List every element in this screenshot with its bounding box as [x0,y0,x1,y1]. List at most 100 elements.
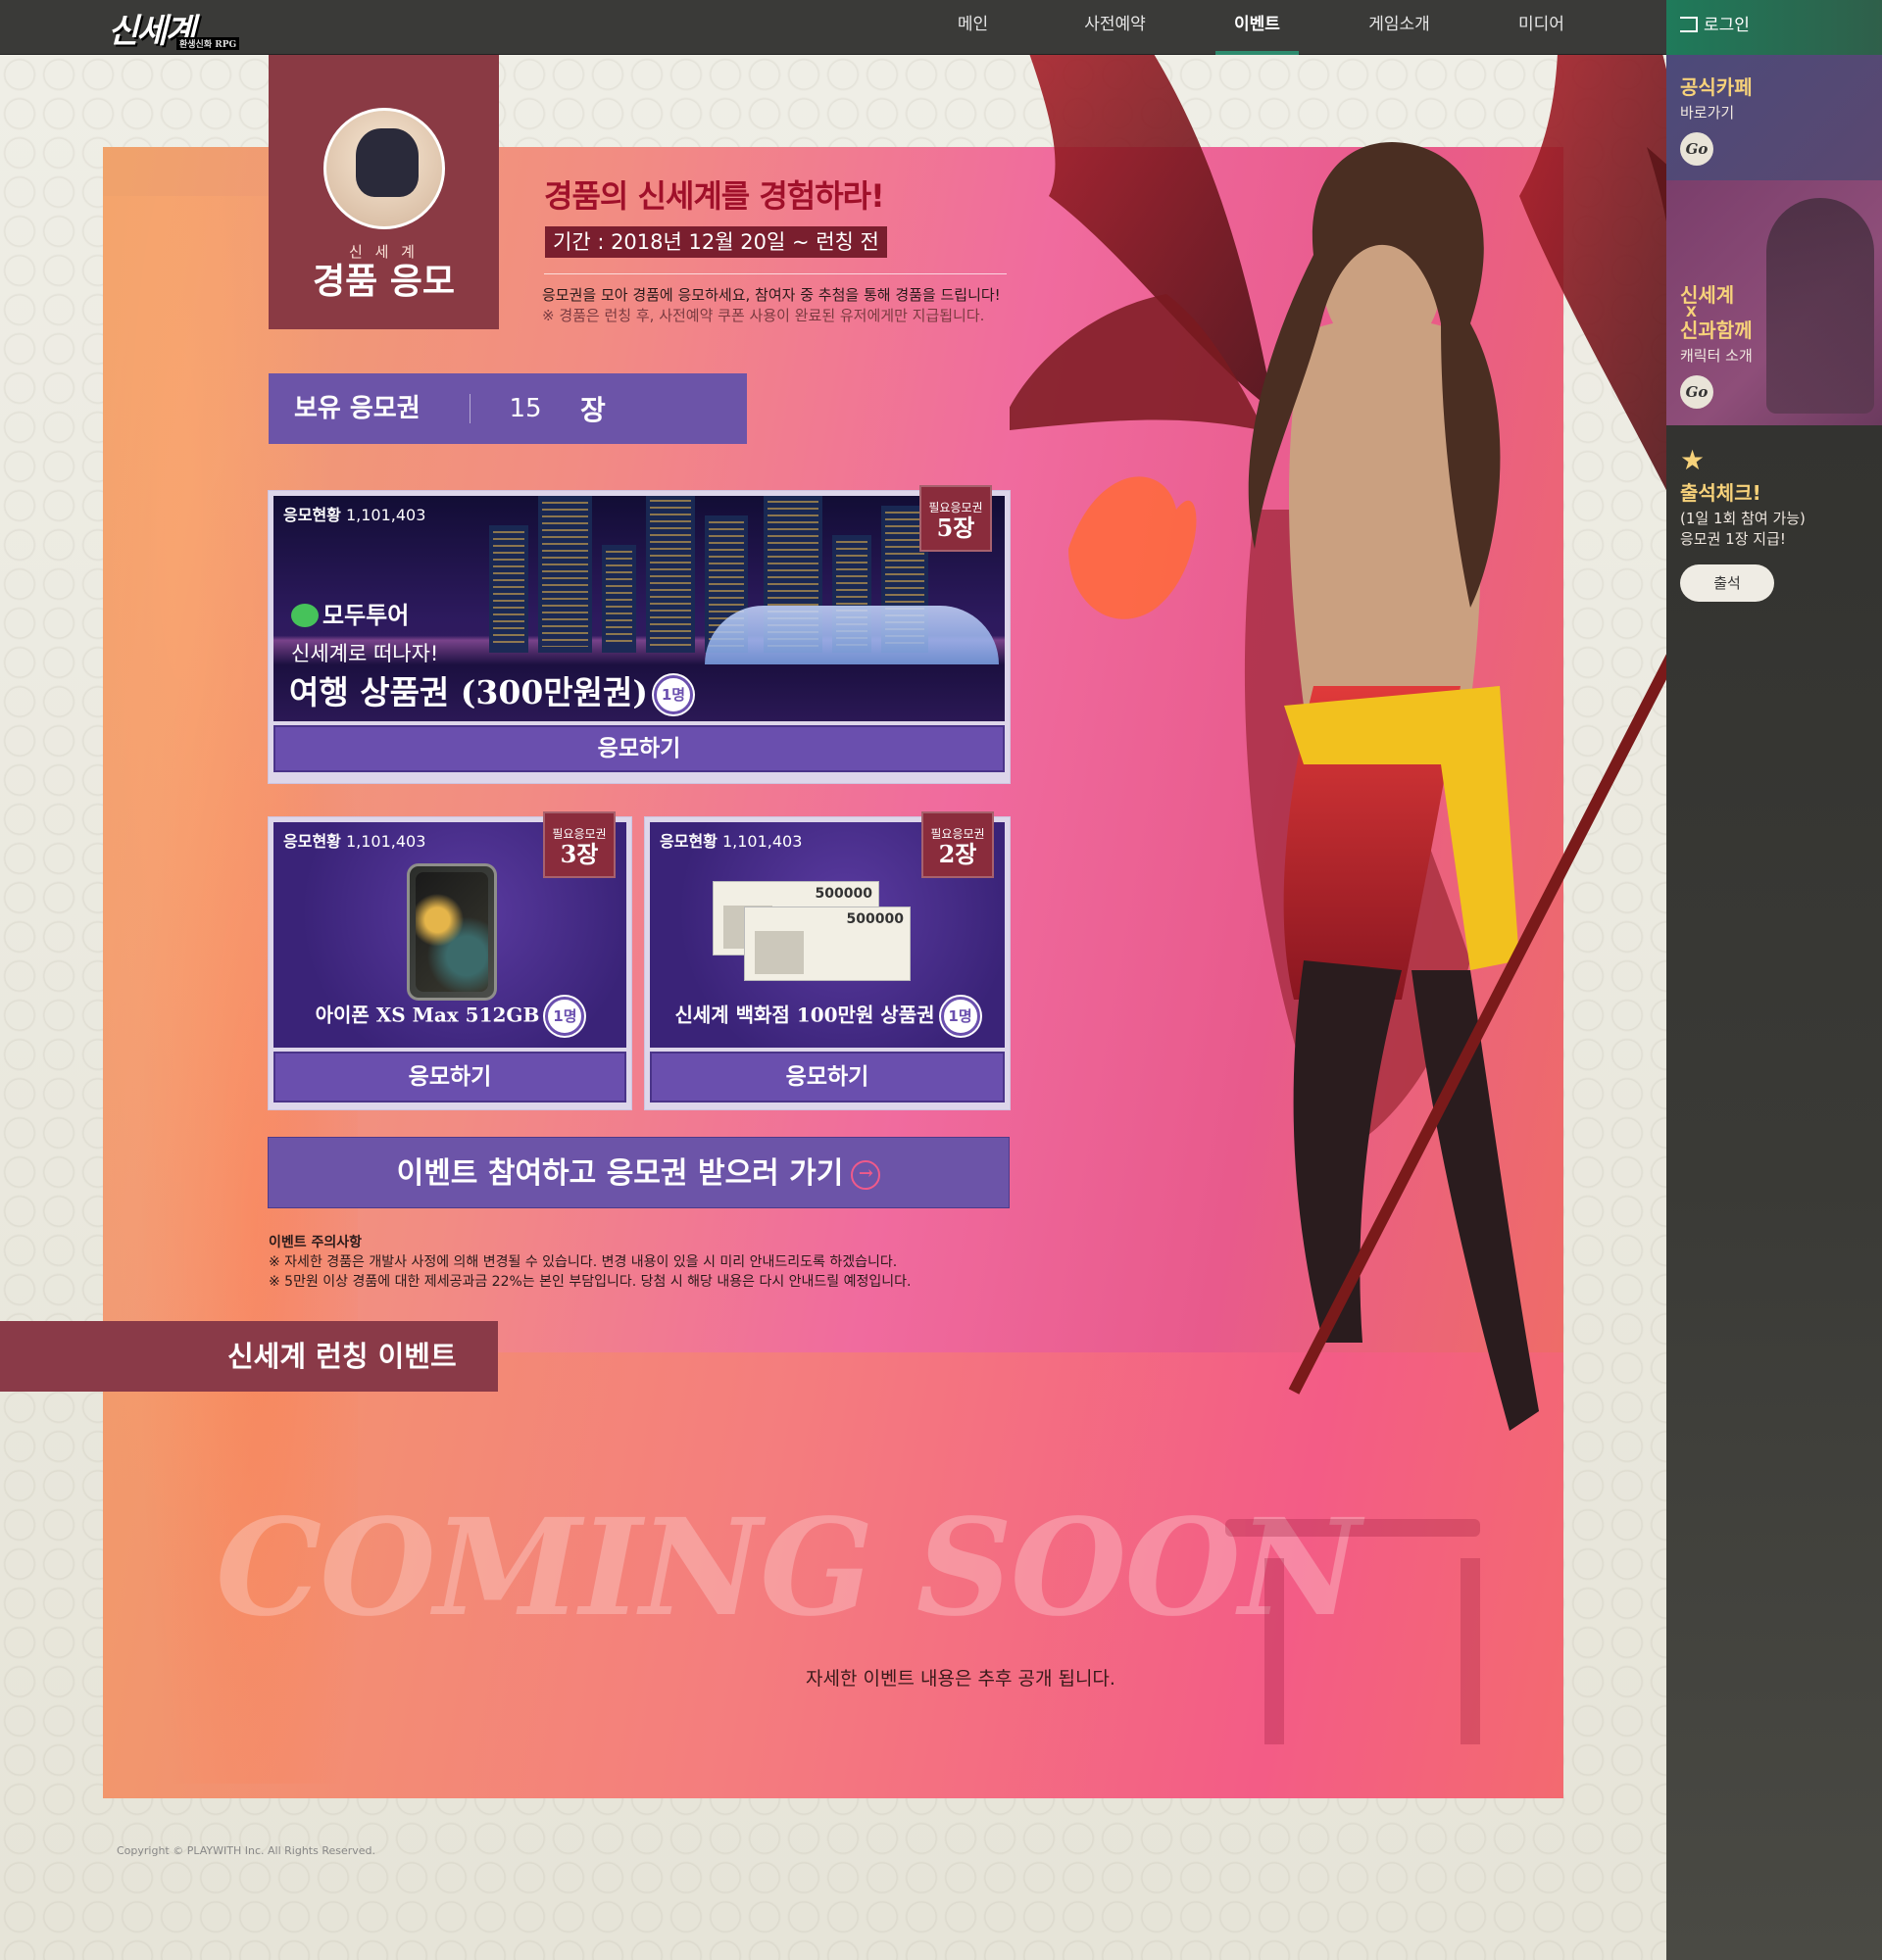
attendance-banner: ★ 출석체크! (1일 1회 참여 가능) 응모권 1장 지급! 출석 [1666,425,1882,612]
status-value: 1,101,403 [345,832,426,851]
brand-logo-icon [291,604,319,627]
required-count: 5장 [936,514,975,542]
collab-subtitle: 캐릭터 소개 [1680,347,1753,365]
cafe-title: 공식카페 [1680,75,1753,99]
status-label: 응모현황 [660,832,718,851]
divider [544,273,1007,274]
notice-line: ※ 5만원 이상 경품에 대한 제세공과금 22%는 본인 부담입니다. 당첨 … [269,1274,912,1290]
star-icon: ★ [1680,444,1706,476]
badge-small-title: 신 세 계 [349,243,419,261]
required-tickets-badge: 필요응모권 3장 [543,811,616,878]
coming-soon-text: COMING SOON [216,1490,1361,1646]
owned-tickets-box: 보유 응모권 15 장 [269,373,747,444]
voucher-amount: 500000 [846,911,904,927]
tickets-count: 15 [509,394,542,423]
tickets-label: 보유 응모권 [269,394,470,423]
collab-go-button[interactable]: Go [1680,375,1713,409]
prize-status: 응모현황 1,101,403 [283,502,425,525]
phone-image [407,863,497,1001]
prize-card-travel: 응모현황 1,101,403 모두투어 신세계로 떠나자! 여행 상품권 (30… [268,485,1011,784]
prize-status: 응모현황 1,101,403 [283,828,425,852]
event-period: 기간 : 2018년 12월 20일 ~ 런칭 전 [545,226,887,258]
status-value: 1,101,403 [345,506,426,524]
main-menu: 메인 사전예약 이벤트 게임소개 미디어 [902,0,1612,55]
collab-title-1: 신세계 [1680,283,1735,307]
prize-name-text: 여행 상품권 (300만원권) [289,673,648,711]
nav-item-event[interactable]: 이벤트 [1186,0,1328,55]
apply-button[interactable]: 응모하기 [650,1052,1005,1102]
event-intro: 응모권을 모아 경품에 응모하세요, 참여자 중 추첨을 통해 경품을 드립니다… [542,285,1001,326]
login-button[interactable]: 로그인 [1666,0,1882,55]
attendance-reward: 응모권 1장 지급! [1680,530,1786,548]
apply-button[interactable]: 응모하기 [273,725,1005,772]
attendance-button[interactable]: 출석 [1680,564,1774,602]
building [602,545,636,653]
launch-event-tab: 신세계 런칭 이벤트 [0,1321,498,1392]
logo-subtitle: 환생신화 RPG [176,37,240,50]
gift-voucher: 500000 [744,906,911,981]
collab-character-banner[interactable]: 신세계 X 신과함께 캐릭터 소개 Go [1666,180,1882,425]
building [538,496,592,653]
nav-item-preregister[interactable]: 사전예약 [1044,0,1186,55]
voucher-building [755,931,804,974]
event-notice: 이벤트 주의사항 ※ 자세한 경품은 개발사 사정에 의해 변경될 수 있습니다… [269,1233,912,1292]
prize-name-text: 아이폰 XS Max 512GB [315,1003,540,1027]
intro-text: 응모권을 모아 경품에 응모하세요, 참여자 중 추첨을 통해 경품을 드립니다… [542,286,1001,304]
arrow-right-icon: → [851,1160,881,1190]
tickets-unit: 장 [580,394,606,426]
voucher-amount: 500000 [815,886,872,902]
launch-event-message: 자세한 이벤트 내용은 추후 공개 됩니다. [806,1668,1115,1690]
required-tickets-badge: 필요응모권 2장 [921,811,994,878]
cafe-subtitle: 바로가기 [1680,104,1735,122]
game-logo[interactable]: 신세계 환생신화 RPG [108,4,245,51]
apply-button[interactable]: 응모하기 [273,1052,626,1102]
prize-card-phone: 응모현황 1,101,403 아이폰 XS Max 512GB 1명 필요응모권 … [268,811,632,1110]
travel-subtitle: 신세계로 떠나자! [291,642,439,665]
prize-name-text: 신세계 백화점 100만원 상품권 [674,1003,935,1027]
side-panel: 로그인 공식카페 바로가기 Go 신세계 X 신과함께 캐릭터 소개 Go ★ … [1666,0,1882,1960]
required-tickets-badge: 필요응모권 5장 [919,485,992,552]
go-to-event-button[interactable]: 이벤트 참여하고 응모권 받으러 가기 → [268,1137,1010,1208]
mascot-portrait [322,108,445,229]
brand-name: 모두투어 [322,602,410,629]
collab-title-x: X [1686,305,1697,320]
go-event-label: 이벤트 참여하고 응모권 받으러 가기 [396,1156,844,1191]
winner-count-badge: 1명 [545,997,585,1036]
copyright: Copyright © PLAYWITH Inc. All Rights Res… [117,1844,376,1857]
winner-count-badge: 1명 [653,675,693,714]
login-icon [1680,17,1698,32]
event-headline: 경품의 신세계를 경험하라! [544,177,885,215]
travel-brand: 모두투어 [291,596,409,630]
collab-title-2: 신과함께 [1680,318,1753,342]
official-cafe-banner[interactable]: 공식카페 바로가기 Go [1666,55,1882,180]
intro-note: ※ 경품은 런칭 후, 사전예약 쿠폰 사용이 완료된 유저에게만 지급됩니다. [542,307,985,324]
prize-status: 응모현황 1,101,403 [660,828,802,852]
status-value: 1,101,403 [721,832,803,851]
nav-item-game-intro[interactable]: 게임소개 [1328,0,1470,55]
attendance-note: (1일 1회 참여 가능) [1680,510,1806,527]
login-label: 로그인 [1704,16,1750,35]
building [489,525,528,653]
notice-line: ※ 자세한 경품은 개발사 사정에 의해 변경될 수 있습니다. 변경 내용이 … [269,1254,898,1270]
nav-item-media[interactable]: 미디어 [1470,0,1612,55]
status-label: 응모현황 [283,832,341,851]
prize-name: 여행 상품권 (300만원권) 1명 [289,666,693,714]
badge-title: 경품 응모 [312,261,455,302]
winner-count-badge: 1명 [940,997,980,1036]
convention-hall [705,606,999,664]
building [646,496,695,653]
prize-name: 신세계 백화점 100만원 상품권 1명 [650,997,1005,1036]
top-navigation: 신세계 환생신화 RPG 메인 사전예약 이벤트 게임소개 미디어 [0,0,1882,55]
required-count: 3장 [560,840,599,868]
event-badge: 신 세 계 경품 응모 [269,55,499,329]
nav-item-main[interactable]: 메인 [902,0,1044,55]
attendance-title: 출석체크! [1680,481,1761,505]
status-label: 응모현황 [283,506,341,524]
cafe-go-button[interactable]: Go [1680,132,1713,166]
required-count: 2장 [938,840,977,868]
torii-gate-decoration [1225,1519,1480,1744]
prize-image-travel: 응모현황 1,101,403 모두투어 신세계로 떠나자! 여행 상품권 (30… [273,496,1005,721]
prize-card-voucher: 500000 500000 응모현황 1,101,403 신세계 백화점 100… [644,811,1011,1110]
prize-name: 아이폰 XS Max 512GB 1명 [273,997,626,1036]
notice-title: 이벤트 주의사항 [269,1235,363,1250]
